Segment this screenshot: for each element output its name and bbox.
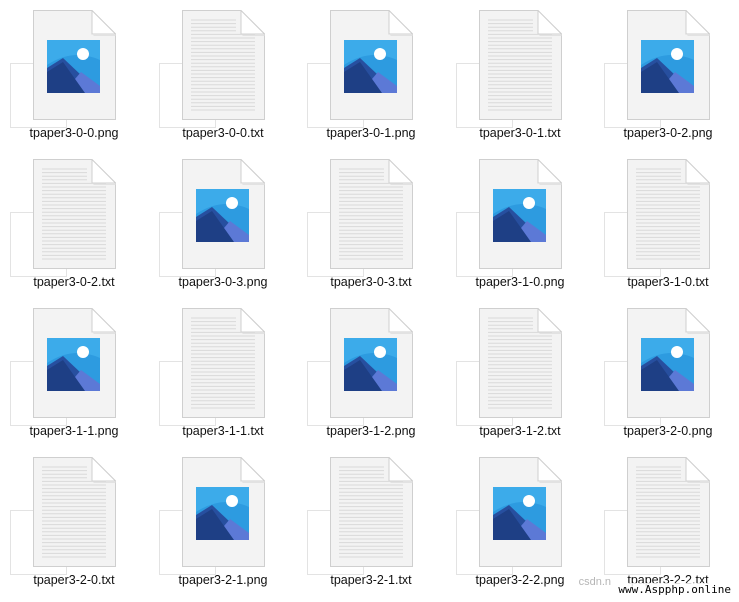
file-icon xyxy=(627,457,710,567)
file-item[interactable]: tpaper3-1-2.png xyxy=(297,298,445,448)
file-item[interactable]: tpaper3-2-2.png xyxy=(446,447,594,597)
file-item[interactable]: tpaper3-1-1.png xyxy=(0,298,148,448)
file-icon xyxy=(330,159,413,269)
file-item[interactable]: tpaper3-2-1.txt xyxy=(297,447,445,597)
file-item[interactable]: tpaper3-2-2.txt xyxy=(594,447,739,597)
file-icon xyxy=(627,308,710,418)
file-item[interactable]: tpaper3-1-2.txt xyxy=(446,298,594,448)
file-item[interactable]: tpaper3-0-0.txt xyxy=(149,0,297,150)
text-file-icon xyxy=(182,308,265,418)
file-name-label: tpaper3-1-2.png xyxy=(326,424,416,438)
text-file-icon xyxy=(33,457,116,567)
file-name-label: tpaper3-1-0.txt xyxy=(627,275,709,289)
image-file-icon xyxy=(627,10,710,120)
file-item[interactable]: tpaper3-0-2.png xyxy=(594,0,739,150)
file-name-label: tpaper3-1-1.txt xyxy=(182,424,264,438)
file-item[interactable]: tpaper3-1-0.png xyxy=(446,149,594,299)
file-name-label: tpaper3-2-1.txt xyxy=(330,573,412,587)
file-item[interactable]: tpaper3-0-3.txt xyxy=(297,149,445,299)
image-file-icon xyxy=(627,308,710,418)
file-item[interactable]: tpaper3-1-0.txt xyxy=(594,149,739,299)
text-file-icon xyxy=(479,10,562,120)
file-grid: tpaper3-0-0.png tpaper3-0-0.txt tpaper3-0-… xyxy=(0,0,739,602)
file-name-label: tpaper3-0-0.txt xyxy=(182,126,264,140)
file-name-label: tpaper3-1-1.png xyxy=(29,424,119,438)
file-name-label: tpaper3-0-3.png xyxy=(178,275,268,289)
file-icon xyxy=(33,308,116,418)
file-icon xyxy=(330,10,413,120)
file-item[interactable]: tpaper3-2-0.png xyxy=(594,298,739,448)
image-file-icon xyxy=(33,308,116,418)
image-file-icon xyxy=(330,10,413,120)
text-file-icon xyxy=(330,457,413,567)
text-file-icon xyxy=(33,159,116,269)
file-icon xyxy=(182,308,265,418)
file-name-label: tpaper3-0-3.txt xyxy=(330,275,412,289)
image-file-icon xyxy=(479,457,562,567)
csdn-watermark: csdn.n xyxy=(578,576,611,588)
file-icon xyxy=(182,10,265,120)
text-file-icon xyxy=(627,457,710,567)
file-icon xyxy=(627,10,710,120)
text-file-icon xyxy=(479,308,562,418)
file-icon xyxy=(479,457,562,567)
file-name-label: tpaper3-2-0.txt xyxy=(33,573,115,587)
file-name-label: tpaper3-0-2.png xyxy=(623,126,713,140)
file-icon xyxy=(182,457,265,567)
site-watermark: www.Aspphp.online xyxy=(616,583,733,596)
image-file-icon xyxy=(182,457,265,567)
file-icon xyxy=(479,10,562,120)
file-icon xyxy=(182,159,265,269)
file-item[interactable]: tpaper3-0-3.png xyxy=(149,149,297,299)
file-item[interactable]: tpaper3-0-1.png xyxy=(297,0,445,150)
file-item[interactable]: tpaper3-2-0.txt xyxy=(0,447,148,597)
file-icon xyxy=(33,10,116,120)
file-icon xyxy=(33,159,116,269)
image-file-icon xyxy=(33,10,116,120)
image-file-icon xyxy=(182,159,265,269)
file-icon xyxy=(33,457,116,567)
file-name-label: tpaper3-1-2.txt xyxy=(479,424,561,438)
file-name-label: tpaper3-0-0.png xyxy=(29,126,119,140)
file-name-label: tpaper3-0-2.txt xyxy=(33,275,115,289)
file-icon xyxy=(330,457,413,567)
file-item[interactable]: tpaper3-0-1.txt xyxy=(446,0,594,150)
file-icon xyxy=(627,159,710,269)
file-name-label: tpaper3-0-1.txt xyxy=(479,126,561,140)
image-file-icon xyxy=(479,159,562,269)
file-name-label: tpaper3-2-0.png xyxy=(623,424,713,438)
file-item[interactable]: tpaper3-1-1.txt xyxy=(149,298,297,448)
file-icon xyxy=(330,308,413,418)
image-file-icon xyxy=(330,308,413,418)
file-name-label: tpaper3-1-0.png xyxy=(475,275,565,289)
text-file-icon xyxy=(182,10,265,120)
file-name-label: tpaper3-0-1.png xyxy=(326,126,416,140)
text-file-icon xyxy=(330,159,413,269)
file-icon xyxy=(479,308,562,418)
text-file-icon xyxy=(627,159,710,269)
file-item[interactable]: tpaper3-0-0.png xyxy=(0,0,148,150)
file-item[interactable]: tpaper3-2-1.png xyxy=(149,447,297,597)
file-name-label: tpaper3-2-2.png xyxy=(475,573,565,587)
file-item[interactable]: tpaper3-0-2.txt xyxy=(0,149,148,299)
file-name-label: tpaper3-2-1.png xyxy=(178,573,268,587)
file-icon xyxy=(479,159,562,269)
